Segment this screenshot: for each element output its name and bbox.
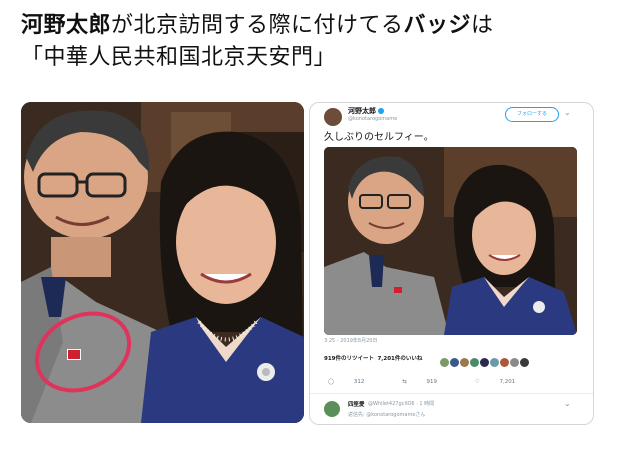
reply-icon: ◯ — [328, 379, 335, 385]
follow-button[interactable]: フォローする — [505, 107, 559, 122]
avatar — [450, 358, 459, 367]
headline: 河野太郎が北京訪問する際に付けてるバッジは 「中華人民共和国北京天安門」 — [21, 10, 601, 74]
like-count-label[interactable]: 7,201件のいいね — [377, 356, 422, 362]
avatar — [500, 358, 509, 367]
selfie-photo-large[interactable] — [21, 102, 304, 423]
headline-line-1: 河野太郎が北京訪問する際に付けてるバッジは — [21, 10, 601, 42]
avatar — [440, 358, 449, 367]
tweet-card[interactable]: 河野太郎 @konotarogomame フォローする ⌄ 久しぶりのセルフィー… — [309, 102, 594, 425]
verified-badge-icon — [378, 108, 384, 114]
avatar — [490, 358, 499, 367]
heart-icon: ♡ — [474, 379, 480, 385]
reply-to-label[interactable]: 返信先: @konotarogomameさん — [348, 411, 425, 418]
headline-line-2: 「中華人民共和国北京天安門」 — [21, 45, 337, 70]
avatar — [480, 358, 489, 367]
liker-avatars[interactable] — [440, 352, 530, 367]
retweet-button[interactable]: ⇆ 919 — [402, 379, 455, 385]
tweet-photo[interactable] — [324, 147, 577, 335]
avatar[interactable] — [324, 108, 342, 126]
avatar — [510, 358, 519, 367]
avatar — [460, 358, 469, 367]
divider — [310, 393, 593, 394]
headline-end: は — [471, 13, 494, 38]
retweet-icon: ⇆ — [402, 379, 407, 385]
reply-button[interactable]: ◯ 312 — [328, 379, 382, 385]
retweet-count-label[interactable]: 919件のリツイート — [324, 356, 374, 362]
avatar — [520, 358, 529, 367]
chevron-down-icon[interactable]: ⌄ — [564, 108, 571, 117]
reply-author-name[interactable]: 四笙愛 — [348, 400, 365, 408]
headline-middle: が北京訪問する際に付けてる — [111, 13, 404, 38]
tweet-actions: ◯ 312 ⇆ 919 ♡ 7,201 — [328, 379, 551, 385]
reply-author-handle[interactable]: @Whilet427gcXO6 · 1 時間 — [368, 400, 434, 407]
avatar — [470, 358, 479, 367]
headline-badge-word: バッジ — [403, 13, 472, 38]
tweet-timestamp[interactable]: 3:25 - 2019年8月20日 — [324, 337, 377, 344]
like-button[interactable]: ♡ 7,201 — [475, 379, 533, 385]
chevron-down-icon[interactable]: ⌄ — [564, 399, 571, 408]
tweet-author-name[interactable]: 河野太郎 — [348, 106, 384, 116]
tweet-stats: 919件のリツイート 7,201件のいいね — [324, 354, 422, 362]
headline-name: 河野太郎 — [21, 13, 112, 38]
avatar[interactable] — [324, 401, 340, 417]
tweet-text: 久しぶりのセルフィー。 — [324, 132, 434, 143]
tweet-author-handle[interactable]: @konotarogomame — [348, 116, 397, 122]
